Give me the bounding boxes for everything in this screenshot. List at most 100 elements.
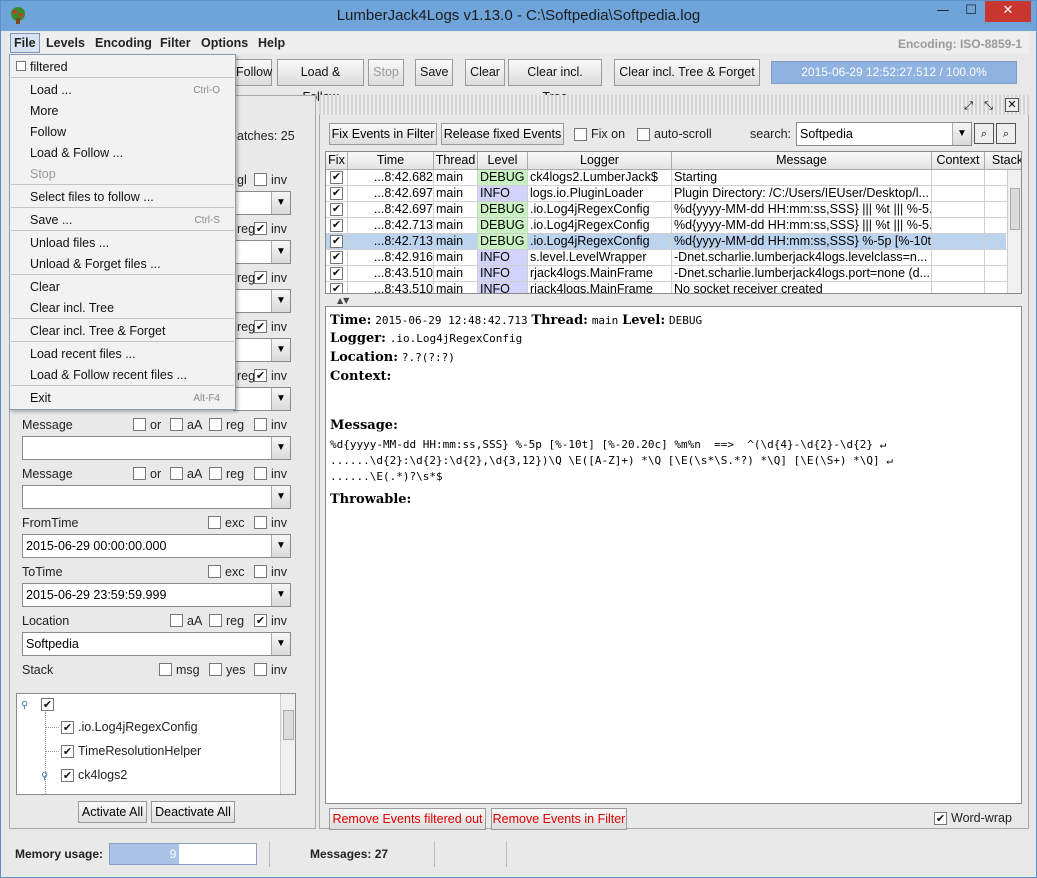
menu-item-clear-incl-tree-forget[interactable]: Clear incl. Tree & Forget: [10, 321, 235, 342]
menu-item-clear[interactable]: Clear: [10, 277, 235, 298]
inv-checkbox[interactable]: [254, 516, 267, 529]
column-header[interactable]: Thread: [434, 152, 478, 170]
table-row[interactable]: ✔ ...8:42.713 main DEBUG .io.Log4jRegexConfi…: [326, 218, 1021, 234]
exc-checkbox[interactable]: [208, 516, 221, 529]
tree-node-handle-icon[interactable]: ⚲: [41, 771, 48, 782]
fix-events-button[interactable]: Fix Events in Filter: [329, 123, 437, 145]
menu-item-save[interactable]: Save ... Ctrl-S: [10, 210, 235, 231]
search-forward-icon[interactable]: ⌕: [996, 123, 1016, 144]
restore-panel-icon[interactable]: ⤢: [960, 98, 977, 115]
table-scrollbar[interactable]: [1007, 170, 1021, 293]
fix-checkbox[interactable]: ✔: [330, 283, 343, 293]
menu-item-select-files-to-follow[interactable]: Select files to follow ...: [10, 187, 235, 208]
tree-node-checkbox[interactable]: ✔: [61, 769, 74, 782]
release-fixed-button[interactable]: Release fixed Events: [441, 123, 564, 145]
fix-checkbox[interactable]: ✔: [330, 219, 343, 232]
fix-checkbox[interactable]: ✔: [330, 235, 343, 248]
save-button[interactable]: Save: [415, 59, 453, 86]
column-header[interactable]: Logger: [528, 152, 672, 170]
tree-node-checkbox[interactable]: ✔: [61, 745, 74, 758]
filter-combo[interactable]: ▼: [233, 387, 291, 411]
menu-filter[interactable]: Filter: [160, 36, 191, 50]
column-header[interactable]: Fix: [326, 152, 348, 170]
table-row[interactable]: ✔ ...8:42.916 main INFO s.level.LevelWrapper…: [326, 250, 1021, 266]
menu-item-unload-forget-files[interactable]: Unload & Forget files ...: [10, 254, 235, 275]
menu-item-stop[interactable]: Stop: [10, 164, 235, 185]
fix-checkbox[interactable]: ✔: [330, 267, 343, 280]
reg-checkbox[interactable]: [209, 467, 222, 480]
menu-item-load-recent-files[interactable]: Load recent files ...: [10, 344, 235, 365]
deactivate-all-button[interactable]: Deactivate All: [151, 801, 235, 823]
case-checkbox[interactable]: [170, 614, 183, 627]
menu-item-filtered[interactable]: filtered: [10, 57, 235, 78]
filter-combo[interactable]: ▼: [233, 338, 291, 362]
column-header[interactable]: Time: [348, 152, 434, 170]
filter-combo[interactable]: ▼: [233, 289, 291, 313]
table-row[interactable]: ✔ ...8:42.682 main DEBUG ck4logs2.LumberJack…: [326, 170, 1021, 186]
column-header[interactable]: Context: [932, 152, 985, 170]
menu-levels[interactable]: Levels: [46, 36, 85, 50]
maximize-panel-icon[interactable]: ⤡: [980, 98, 997, 115]
search-backward-icon[interactable]: ⌕: [974, 123, 994, 144]
tree-node-label[interactable]: TimeResolutionHelper: [78, 744, 201, 758]
table-row[interactable]: ✔ ...8:42.697 main DEBUG .io.Log4jRegexConfi…: [326, 202, 1021, 218]
close-panel-icon[interactable]: ✕: [1005, 98, 1019, 112]
inv-checkbox[interactable]: [254, 173, 267, 186]
table-row[interactable]: ✔ ...8:42.713 main DEBUG .io.Log4jRegexConfi…: [326, 234, 1021, 250]
inv-checkbox[interactable]: ✔: [254, 320, 267, 333]
activate-all-button[interactable]: Activate All: [78, 801, 147, 823]
word-wrap-checkbox[interactable]: ✔: [934, 812, 947, 825]
maximize-button[interactable]: ☐: [957, 1, 985, 22]
filter-combo[interactable]: ▼: [233, 240, 291, 264]
menu-item-clear-incl-tree[interactable]: Clear incl. Tree: [10, 298, 235, 319]
menu-item-load-follow[interactable]: Load & Follow ...: [10, 143, 235, 164]
column-header[interactable]: Level: [478, 152, 528, 170]
stop-button[interactable]: Stop: [368, 59, 404, 86]
tree-node-handle-icon[interactable]: ⚲: [21, 700, 28, 711]
inv-checkbox[interactable]: ✔: [254, 271, 267, 284]
from-time-combo[interactable]: 2015-06-29 00:00:00.000 ▼: [22, 534, 291, 558]
menu-encoding[interactable]: Encoding: [95, 36, 152, 50]
splitter-handle-icon[interactable]: ▲▼: [337, 296, 349, 305]
fix-checkbox[interactable]: ✔: [330, 187, 343, 200]
table-row[interactable]: ✔ ...8:43.510 main INFO rjack4logs.MainFrame…: [326, 266, 1021, 282]
fix-checkbox[interactable]: ✔: [330, 171, 343, 184]
inv-checkbox[interactable]: [254, 418, 267, 431]
table-row[interactable]: ✔ ...8:43.510 main INFO rjack4logs.MainFrame…: [326, 282, 1006, 293]
table-scrollbar-thumb[interactable]: [1010, 188, 1020, 230]
yes-checkbox[interactable]: [209, 663, 222, 676]
menu-item-load[interactable]: Load ... Ctrl-O: [10, 80, 235, 101]
remove-in-filter-button[interactable]: Remove Events in Filter: [491, 808, 627, 830]
fix-checkbox[interactable]: ✔: [330, 203, 343, 216]
menu-item-follow[interactable]: Follow: [10, 122, 235, 143]
minimize-button[interactable]: —: [929, 1, 957, 22]
column-header[interactable]: Stack: [985, 152, 1021, 170]
fix-on-checkbox[interactable]: [574, 128, 587, 141]
search-input[interactable]: Softpedia ▼: [796, 122, 972, 146]
clear-incl-tree-forget-button[interactable]: Clear incl. Tree & Forget: [614, 59, 760, 86]
location-combo[interactable]: Softpedia ▼: [22, 632, 291, 656]
fix-checkbox[interactable]: ✔: [330, 251, 343, 264]
column-header[interactable]: Message: [672, 152, 932, 170]
to-time-combo[interactable]: 2015-06-29 23:59:59.999 ▼: [22, 583, 291, 607]
tree-node-label[interactable]: .io.Log4jRegexConfig: [78, 720, 198, 734]
case-checkbox[interactable]: [170, 467, 183, 480]
tree-scrollbar[interactable]: [280, 694, 295, 794]
message-filter-combo[interactable]: ▼: [22, 485, 291, 509]
menu-file[interactable]: File: [10, 33, 40, 53]
load-follow-button[interactable]: Load & Follow: [277, 59, 364, 104]
filter-combo[interactable]: ▼: [233, 191, 291, 215]
menu-options[interactable]: Options: [201, 36, 248, 50]
reg-checkbox[interactable]: [209, 614, 222, 627]
inv-checkbox[interactable]: [254, 565, 267, 578]
exc-checkbox[interactable]: [208, 565, 221, 578]
tree-scrollbar-thumb[interactable]: [283, 710, 294, 740]
case-checkbox[interactable]: [170, 418, 183, 431]
close-button[interactable]: ✕: [985, 1, 1031, 22]
menu-item-more[interactable]: More: [10, 101, 235, 122]
tree-root-checkbox[interactable]: ✔: [41, 698, 54, 711]
inv-checkbox[interactable]: [254, 467, 267, 480]
message-filter-combo[interactable]: ▼: [22, 436, 291, 460]
table-row[interactable]: ✔ ...8:42.697 main INFO logs.io.PluginLoader…: [326, 186, 1021, 202]
inv-checkbox[interactable]: ✔: [254, 222, 267, 235]
